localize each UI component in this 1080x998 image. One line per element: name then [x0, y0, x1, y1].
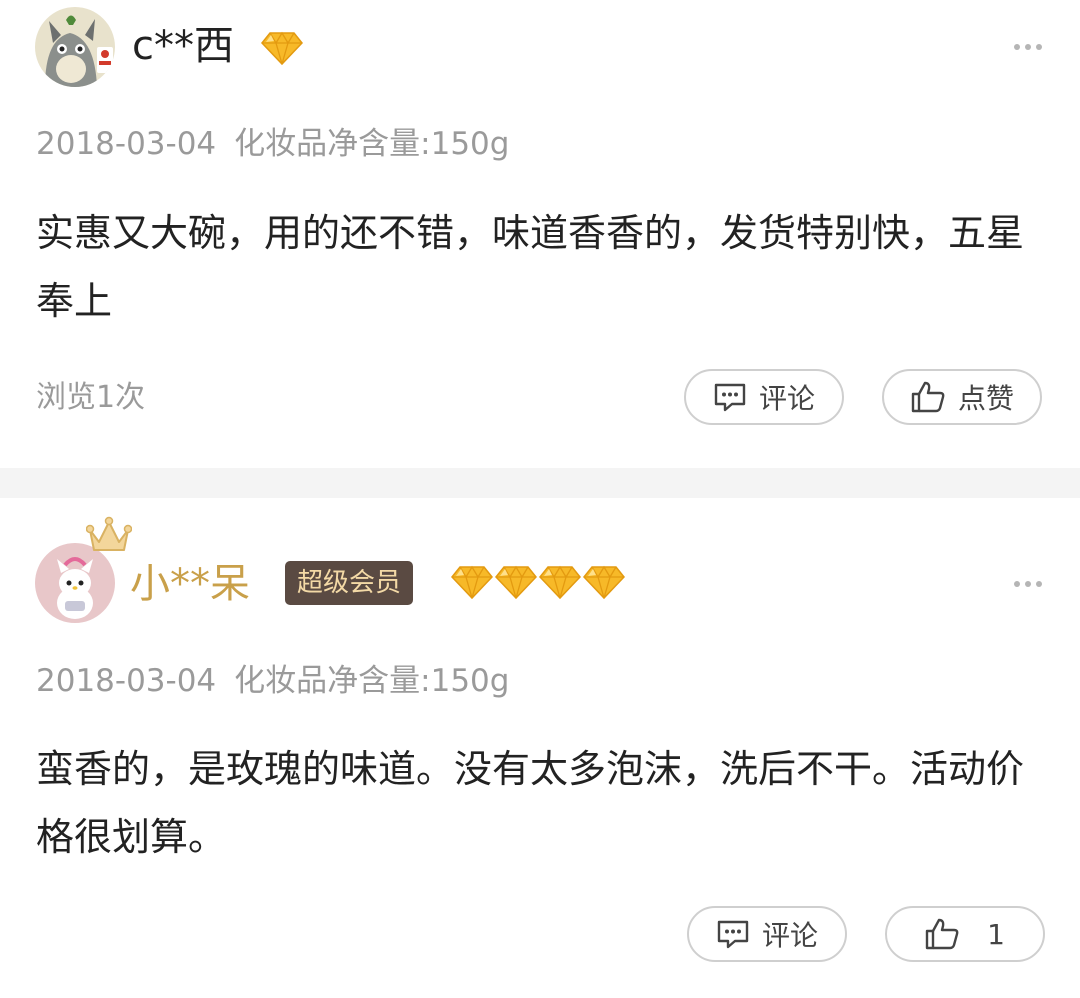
review-meta: 2018-03-04 化妆品净含量:150g: [36, 124, 509, 164]
review-content: 蛮香的，是玫瑰的味道。没有太多泡沫，洗后不干。活动价格很划算。: [36, 747, 1025, 859]
review-card: 小**呆 超级会员 2018-03-04 化妆品净含量:150g 蛮香的，是玫瑰的…: [0, 498, 1080, 998]
like-button[interactable]: 1: [885, 906, 1045, 962]
diamond-icon: [451, 565, 493, 600]
like-label: 点赞: [957, 382, 1014, 415]
review-date: 2018-03-04: [36, 126, 217, 162]
vip-level: [260, 30, 304, 66]
diamond-icon: [495, 565, 537, 600]
like-button[interactable]: 点赞: [882, 369, 1042, 425]
review-meta: 2018-03-04 化妆品净含量:150g: [36, 661, 509, 701]
section-divider: [0, 468, 1080, 498]
diamond-icon: [261, 31, 303, 66]
thumbs-up-icon: [925, 918, 959, 950]
vip-badge: 超级会员: [285, 561, 414, 605]
review-date: 2018-03-04: [36, 663, 217, 699]
review-content: 实惠又大碗，用的还不错，味道香香的，发货特别快，五星奉上: [36, 211, 1025, 323]
review-card: c**西 2018-03-04 化妆品净含量:150g 实惠又大碗，用的还不错，味…: [0, 0, 1080, 468]
comment-icon: [714, 383, 746, 412]
avatar[interactable]: [35, 7, 115, 87]
diamond-icon: [583, 565, 625, 600]
product-spec: 化妆品净含量:150g: [234, 663, 510, 699]
crown-icon: [86, 516, 132, 551]
username[interactable]: c**西: [132, 22, 234, 70]
comment-label: 评论: [758, 382, 815, 415]
vip-level: [450, 564, 626, 600]
comment-icon: [717, 920, 749, 949]
comment-label: 评论: [761, 919, 818, 952]
comment-button[interactable]: 评论: [687, 906, 847, 962]
more-dots-icon[interactable]: [1014, 43, 1042, 51]
more-dots-icon[interactable]: [1014, 580, 1042, 588]
view-count: 浏览1次: [36, 380, 146, 415]
comment-button[interactable]: 评论: [684, 369, 844, 425]
diamond-icon: [539, 565, 581, 600]
thumbs-up-icon: [911, 381, 945, 413]
like-count: 1: [987, 917, 1005, 951]
username[interactable]: 小**呆: [130, 560, 250, 608]
product-spec: 化妆品净含量:150g: [234, 126, 510, 162]
